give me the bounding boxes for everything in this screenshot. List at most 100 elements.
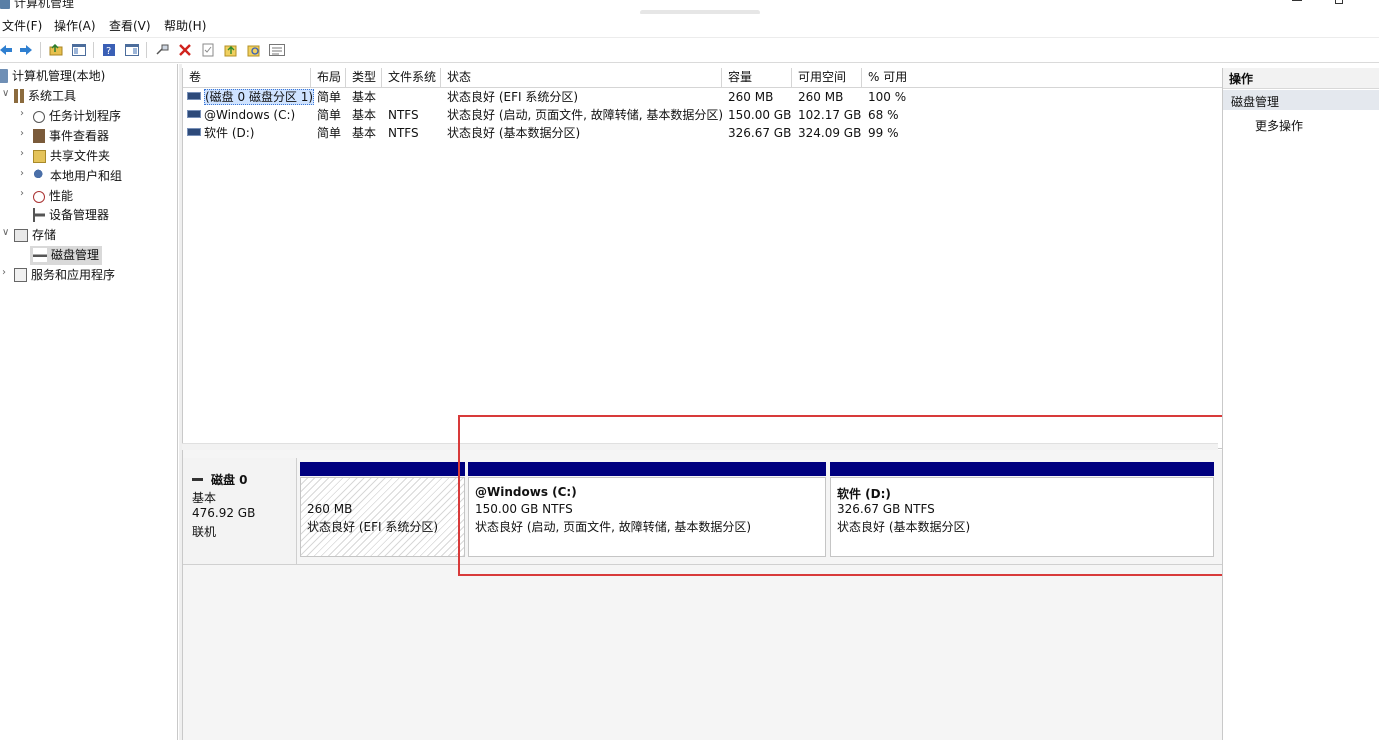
tree-root[interactable]: 计算机管理(本地) bbox=[0, 67, 105, 86]
action-pane-title: 操作 bbox=[1229, 72, 1254, 86]
cell-capacity: 326.67 GB bbox=[728, 126, 792, 140]
cell-status: 状态良好 (基本数据分区) bbox=[447, 126, 581, 140]
cell-filesystem: NTFS bbox=[388, 126, 419, 140]
cell-layout: 简单 bbox=[317, 126, 342, 140]
event-viewer-icon bbox=[33, 129, 45, 143]
menu-action[interactable]: 操作(A) bbox=[54, 17, 96, 35]
table-row[interactable]: @Windows (C:) 简单 基本 NTFS 状态良好 (启动, 页面文件,… bbox=[183, 106, 1222, 124]
disk-label[interactable]: 磁盘 0 基本 476.92 GB 联机 bbox=[183, 458, 297, 565]
tree-item-shared-folders[interactable]: 共享文件夹 bbox=[33, 147, 110, 166]
storage-icon bbox=[14, 229, 28, 242]
document-check-icon[interactable] bbox=[199, 41, 217, 59]
cell-status: 状态良好 (EFI 系统分区) bbox=[447, 90, 579, 104]
show-hide-tree-icon[interactable] bbox=[70, 41, 88, 59]
chevron-down-icon[interactable]: ∨ bbox=[2, 227, 9, 238]
more-actions-link[interactable]: 更多操作 bbox=[1255, 117, 1303, 134]
tree-item-storage[interactable]: 存储 bbox=[14, 226, 56, 245]
cell-volume: 软件 (D:) bbox=[183, 124, 311, 142]
col-percent-free[interactable]: % 可用 bbox=[862, 68, 1222, 87]
chevron-right-icon[interactable]: › bbox=[20, 188, 24, 199]
cell-volume: (磁盘 0 磁盘分区 1) bbox=[183, 88, 315, 106]
col-free-space[interactable]: 可用空间 bbox=[792, 68, 862, 87]
restore-button[interactable] bbox=[1330, 0, 1348, 8]
cell-layout: 简单 bbox=[317, 90, 342, 104]
partition-efi[interactable]: 260 MB 状态良好 (EFI 系统分区) bbox=[300, 477, 465, 557]
tree-item-services-apps[interactable]: 服务和应用程序 bbox=[14, 266, 115, 285]
col-type[interactable]: 类型 bbox=[346, 68, 382, 87]
chevron-right-icon[interactable]: › bbox=[20, 148, 24, 159]
help-icon[interactable]: ? bbox=[100, 41, 118, 59]
computer-icon bbox=[0, 69, 8, 83]
cell-status: 状态良好 (启动, 页面文件, 故障转储, 基本数据分区) bbox=[447, 108, 724, 122]
chevron-right-icon[interactable]: › bbox=[20, 108, 24, 119]
disk-name-row: 磁盘 0 bbox=[192, 471, 248, 488]
action-section-label: 磁盘管理 bbox=[1231, 95, 1280, 109]
cell-filesystem bbox=[382, 88, 388, 106]
delete-icon[interactable] bbox=[176, 41, 194, 59]
toolbar-separator bbox=[146, 42, 147, 58]
menu-file[interactable]: 文件(F) bbox=[2, 17, 42, 35]
toolbar: ? bbox=[0, 38, 1379, 63]
volume-icon bbox=[187, 110, 201, 118]
new-folder-up-icon[interactable] bbox=[222, 41, 240, 59]
users-icon bbox=[33, 169, 46, 183]
col-status[interactable]: 状态 bbox=[441, 68, 722, 87]
volume-icon bbox=[187, 128, 201, 136]
tree-item-task-scheduler[interactable]: 任务计划程序 bbox=[33, 107, 121, 126]
menu-bar: 文件(F) 操作(A) 查看(V) 帮助(H) bbox=[0, 15, 1379, 38]
disk-type: 基本 bbox=[192, 491, 217, 505]
cell-free-space: 260 MB bbox=[798, 90, 844, 104]
tools-icon bbox=[14, 89, 24, 103]
cell-free-space: 102.17 GB bbox=[798, 108, 862, 122]
up-folder-icon[interactable] bbox=[47, 41, 65, 59]
menu-help[interactable]: 帮助(H) bbox=[164, 17, 206, 35]
tree-item-local-users[interactable]: 本地用户和组 bbox=[33, 167, 122, 186]
partition-bar bbox=[300, 462, 465, 476]
col-capacity[interactable]: 容量 bbox=[722, 68, 792, 87]
window-title: 计算机管理 bbox=[14, 0, 75, 10]
col-filesystem[interactable]: 文件系统 bbox=[382, 68, 441, 87]
minimize-button[interactable] bbox=[1288, 0, 1306, 8]
svg-text:?: ? bbox=[106, 46, 111, 57]
toolbar-separator bbox=[40, 42, 41, 58]
volume-list: 卷 布局 类型 文件系统 状态 容量 可用空间 % 可用 (磁盘 0 磁盘分区 … bbox=[182, 68, 1223, 449]
search-folder-icon[interactable] bbox=[245, 41, 263, 59]
action-section-disk-management[interactable]: 磁盘管理 bbox=[1223, 90, 1379, 110]
partition-size: 260 MB bbox=[307, 502, 353, 516]
cell-percent-free: 68 % bbox=[868, 108, 899, 122]
performance-icon bbox=[33, 191, 45, 203]
disk-name: 磁盘 0 bbox=[211, 473, 248, 487]
col-volume[interactable]: 卷 bbox=[183, 68, 311, 87]
shared-folder-icon bbox=[33, 150, 46, 163]
back-icon[interactable] bbox=[0, 41, 15, 59]
cell-layout: 简单 bbox=[317, 108, 342, 122]
highlight-annotation bbox=[458, 415, 1225, 576]
list-view-icon[interactable] bbox=[268, 41, 286, 59]
drag-handle[interactable] bbox=[640, 10, 760, 14]
disk-status: 联机 bbox=[192, 525, 217, 539]
tree-item-event-viewer[interactable]: 事件查看器 bbox=[33, 127, 109, 146]
tree-item-system-tools[interactable]: 系统工具 bbox=[14, 87, 76, 106]
tree-item-disk-management[interactable]: 磁盘管理 bbox=[30, 246, 103, 265]
device-manager-icon bbox=[33, 208, 45, 222]
table-row[interactable]: 软件 (D:) 简单 基本 NTFS 状态良好 (基本数据分区) 326.67 … bbox=[183, 124, 1222, 142]
cell-free-space: 324.09 GB bbox=[798, 126, 862, 140]
menu-view[interactable]: 查看(V) bbox=[109, 17, 151, 35]
chevron-right-icon[interactable]: › bbox=[20, 168, 24, 179]
table-row[interactable]: (磁盘 0 磁盘分区 1) 简单 基本 状态良好 (EFI 系统分区) 260 … bbox=[183, 88, 1222, 106]
forward-icon[interactable] bbox=[17, 41, 35, 59]
chevron-down-icon[interactable]: ∨ bbox=[2, 88, 9, 99]
navigation-tree: 计算机管理(本地) ∨ 系统工具 › 任务计划程序 › 事件查看器 › 共享文件… bbox=[0, 64, 178, 740]
clock-icon bbox=[33, 111, 45, 123]
col-layout[interactable]: 布局 bbox=[311, 68, 346, 87]
properties-pane-icon[interactable] bbox=[123, 41, 141, 59]
cell-capacity: 150.00 GB bbox=[728, 108, 792, 122]
services-icon bbox=[14, 268, 27, 282]
disk-icon bbox=[192, 478, 203, 481]
tree-item-device-manager[interactable]: 设备管理器 bbox=[33, 206, 109, 225]
cell-percent-free: 99 % bbox=[868, 126, 899, 140]
chevron-right-icon[interactable]: › bbox=[2, 267, 6, 278]
tree-item-performance[interactable]: 性能 bbox=[33, 187, 73, 206]
connect-icon[interactable] bbox=[153, 41, 171, 59]
chevron-right-icon[interactable]: › bbox=[20, 128, 24, 139]
